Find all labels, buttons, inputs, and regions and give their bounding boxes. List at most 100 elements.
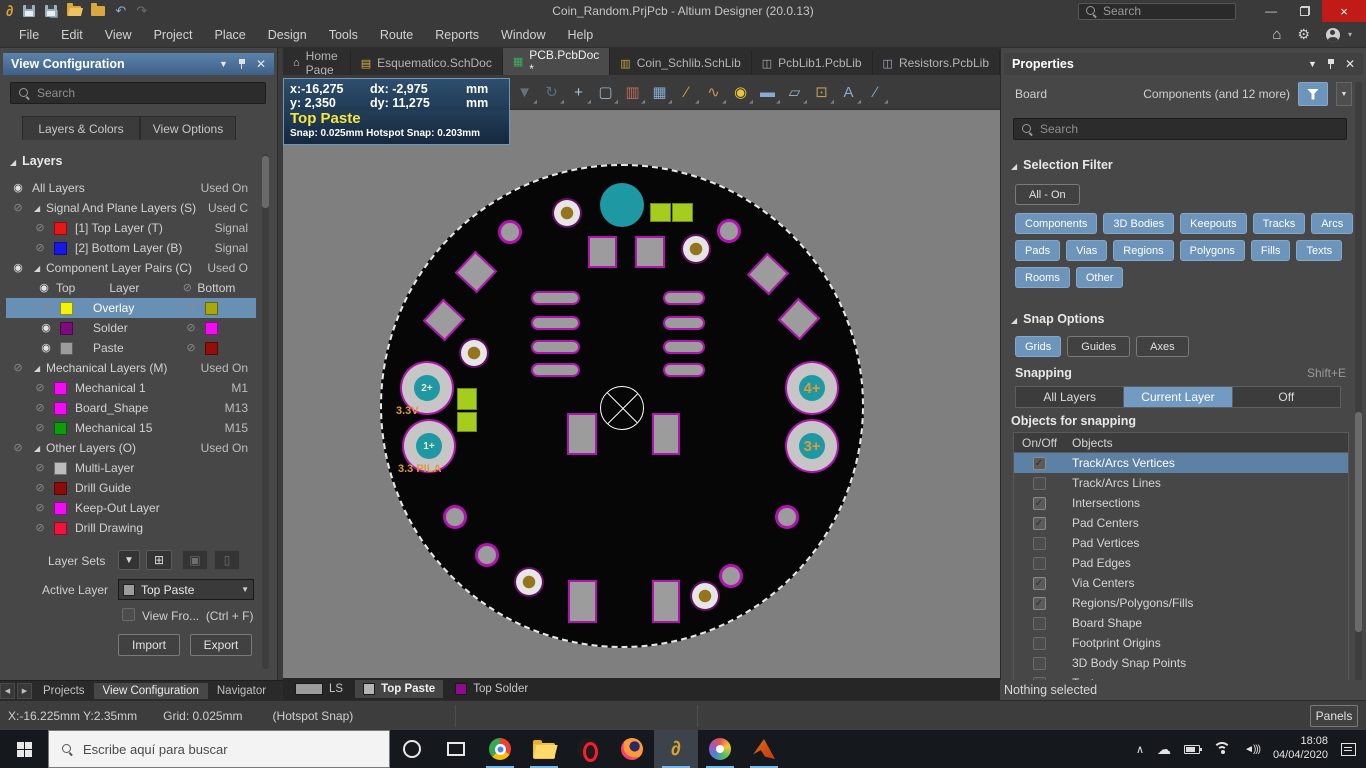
panel-header[interactable]: Properties ▼ ✕ bbox=[1004, 53, 1363, 75]
layer-row-all-layers[interactable]: ◉All LayersUsed On bbox=[6, 178, 256, 198]
round-pad[interactable] bbox=[719, 564, 743, 588]
layer-row-solder[interactable]: ◉Solder⊘ bbox=[6, 318, 256, 338]
snap-object-row-track-arcs-lines[interactable]: Track/Arcs Lines bbox=[1014, 473, 1348, 493]
layers-section-header[interactable]: ◢Layers bbox=[10, 154, 62, 168]
snap-object-checkbox[interactable]: ✓ bbox=[1033, 457, 1046, 470]
volume-icon[interactable]: ◄))) bbox=[1244, 744, 1260, 755]
menu-file[interactable]: File bbox=[8, 24, 50, 46]
gear-icon[interactable]: ⚙ bbox=[1297, 26, 1310, 43]
doc-tab-coin-schlib-schlib[interactable]: ▥Coin_Schlib.SchLib bbox=[610, 51, 751, 75]
wifi-icon[interactable] bbox=[1213, 742, 1231, 756]
snap-chip-guides[interactable]: Guides bbox=[1067, 336, 1130, 357]
view-from-checkbox[interactable] bbox=[122, 608, 135, 621]
component-tool-icon[interactable]: ▦ bbox=[646, 79, 673, 105]
panel-header[interactable]: View Configuration ▼ ✕ bbox=[3, 53, 274, 75]
eye-hidden-icon[interactable]: ⊘ bbox=[32, 223, 48, 234]
bar-pad[interactable] bbox=[531, 291, 580, 305]
all-on-button[interactable]: All - On bbox=[1015, 184, 1080, 205]
restore-button[interactable] bbox=[1288, 0, 1322, 22]
save-all-icon[interactable] bbox=[45, 5, 57, 17]
layer-row-signal-and-plane-layers-s-[interactable]: ⊘◢Signal And Plane Layers (S)Used C bbox=[6, 198, 256, 218]
menu-view[interactable]: View bbox=[94, 24, 143, 46]
filter-chip-other[interactable]: Other bbox=[1076, 267, 1124, 288]
dock-tab-navigator[interactable]: Navigator bbox=[208, 683, 275, 699]
tab-layers-colors[interactable]: Layers & Colors bbox=[22, 116, 140, 140]
snap-object-checkbox[interactable]: ✓ bbox=[1033, 597, 1046, 610]
filter-chip-rooms[interactable]: Rooms bbox=[1015, 267, 1070, 288]
eye-hidden-icon[interactable]: ⊘ bbox=[32, 243, 48, 254]
eye-hidden-icon[interactable]: ⊘ bbox=[38, 303, 54, 314]
room-tool-icon[interactable]: ⊡ bbox=[808, 79, 835, 105]
delete-layer-set-button[interactable]: ▯ bbox=[214, 550, 240, 570]
layer-row-multi-layer[interactable]: ⊘Multi-Layer bbox=[6, 458, 256, 478]
bar-pad[interactable] bbox=[531, 316, 580, 330]
snap-object-row-footprint-origins[interactable]: Footprint Origins bbox=[1014, 633, 1348, 653]
bar-pad[interactable] bbox=[531, 363, 580, 377]
rect-pad[interactable] bbox=[568, 580, 597, 623]
eye-hidden-icon[interactable]: ⊘ bbox=[183, 303, 199, 314]
battery-icon[interactable] bbox=[1184, 745, 1200, 754]
layer-row-paste[interactable]: ◉Paste⊘ bbox=[6, 338, 256, 358]
bar-pad[interactable] bbox=[663, 316, 705, 330]
menu-route[interactable]: Route bbox=[369, 24, 424, 46]
menu-place[interactable]: Place bbox=[203, 24, 256, 46]
selection-filter-header[interactable]: ◢Selection Filter bbox=[1011, 158, 1113, 172]
active-layer-select[interactable]: Top Paste ▼ bbox=[118, 579, 254, 600]
snap-object-row-via-centers[interactable]: ✓Via Centers bbox=[1014, 573, 1348, 593]
route-tool-icon[interactable]: ∕ bbox=[673, 79, 700, 105]
firefox-icon[interactable] bbox=[610, 730, 654, 768]
open-project-icon[interactable] bbox=[91, 6, 105, 16]
filter-chip-regions[interactable]: Regions bbox=[1113, 240, 1173, 261]
region-tool-icon[interactable]: ▱ bbox=[781, 79, 808, 105]
pin-icon[interactable] bbox=[237, 58, 247, 70]
line-tool-icon[interactable]: ∕ bbox=[862, 79, 889, 105]
layer-color-swatch[interactable] bbox=[54, 402, 67, 415]
gold-via-pad[interactable] bbox=[516, 569, 542, 595]
import-button[interactable]: Import bbox=[118, 634, 180, 656]
menu-edit[interactable]: Edit bbox=[50, 24, 94, 46]
doc-tab-pcblib1-pcblib[interactable]: ◫PcbLib1.PcbLib bbox=[752, 51, 873, 75]
connector-pad[interactable]: 3+ bbox=[787, 421, 837, 471]
menu-design[interactable]: Design bbox=[257, 24, 318, 46]
menu-reports[interactable]: Reports bbox=[424, 24, 490, 46]
bottom-layer-swatch[interactable] bbox=[205, 342, 218, 355]
dock-tab-view-configuration[interactable]: View Configuration bbox=[94, 683, 208, 699]
eye-visible-icon[interactable]: ◉ bbox=[38, 343, 54, 354]
gold-via-pad[interactable] bbox=[461, 340, 487, 366]
rect-pad[interactable] bbox=[567, 413, 597, 455]
layer-row--1-top-layer-t-[interactable]: ⊘[1] Top Layer (T)Signal bbox=[6, 218, 256, 238]
round-pad[interactable] bbox=[775, 505, 799, 529]
close-button[interactable]: × bbox=[1322, 0, 1366, 22]
rect-pad[interactable] bbox=[652, 580, 680, 623]
eye-hidden-icon[interactable]: ⊘ bbox=[32, 503, 48, 514]
layer-row-other-layers-o-[interactable]: ⊘◢Other Layers (O)Used On bbox=[6, 438, 256, 458]
board-origin-marker[interactable] bbox=[600, 386, 644, 430]
snap-object-row-intersections[interactable]: ✓Intersections bbox=[1014, 493, 1348, 513]
layer-row--2-bottom-layer-b-[interactable]: ⊘[2] Bottom Layer (B)Signal bbox=[6, 238, 256, 258]
paste-pad-green[interactable] bbox=[672, 203, 693, 222]
user-dropdown-icon[interactable]: ▾ bbox=[1348, 30, 1352, 39]
board-layer-tab-top-paste[interactable]: Top Paste bbox=[355, 680, 443, 698]
start-button[interactable] bbox=[0, 730, 48, 768]
layer-row-layer[interactable]: ◉TopLayer⊘Bottom bbox=[6, 278, 256, 298]
round-pad[interactable] bbox=[498, 220, 522, 244]
eye-hidden-icon[interactable]: ⊘ bbox=[32, 523, 48, 534]
snap-mode-off[interactable]: Off bbox=[1233, 387, 1340, 407]
save-layer-set-button[interactable]: ▣ bbox=[182, 550, 208, 570]
snap-options-header[interactable]: ◢Snap Options bbox=[1011, 312, 1104, 326]
crosshair-tool-icon[interactable]: + bbox=[565, 79, 592, 105]
add-layer-set-button[interactable]: ⊞ bbox=[146, 550, 172, 570]
filter-chip-fills[interactable]: Fills bbox=[1251, 240, 1291, 261]
layer-color-swatch[interactable] bbox=[54, 222, 67, 235]
bottom-layer-swatch[interactable] bbox=[205, 322, 218, 335]
filter-chip-vias[interactable]: Vias bbox=[1066, 240, 1107, 261]
filter-chip-pads[interactable]: Pads bbox=[1015, 240, 1060, 261]
bar-pad[interactable] bbox=[531, 340, 580, 354]
snap-chip-grids[interactable]: Grids bbox=[1015, 336, 1061, 357]
action-center-icon[interactable] bbox=[1341, 743, 1356, 756]
snap-object-checkbox[interactable] bbox=[1033, 477, 1046, 490]
eye-visible-icon[interactable]: ◉ bbox=[10, 183, 26, 194]
right-panel-scrollbar[interactable] bbox=[1355, 82, 1362, 694]
snap-object-checkbox[interactable] bbox=[1033, 537, 1046, 550]
filter-dropdown-button[interactable]: ▼ bbox=[1336, 82, 1352, 106]
